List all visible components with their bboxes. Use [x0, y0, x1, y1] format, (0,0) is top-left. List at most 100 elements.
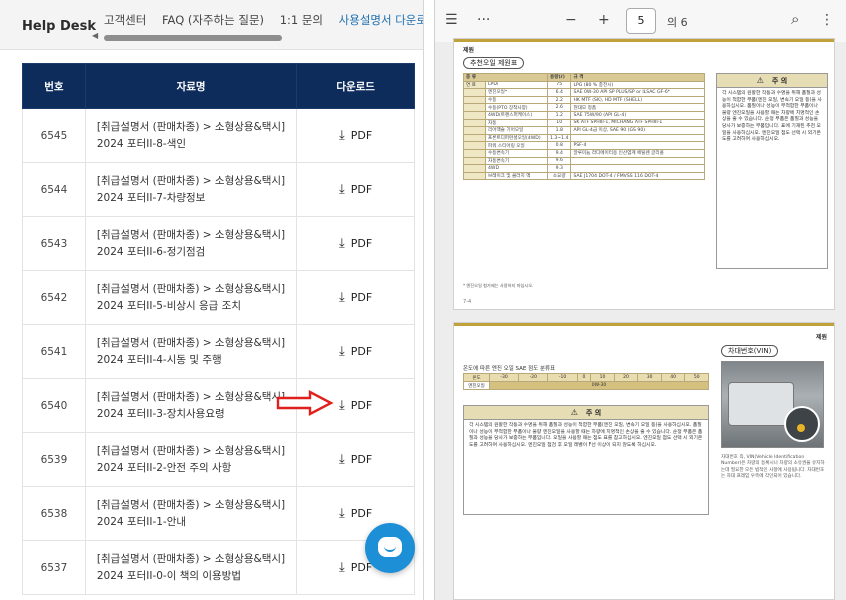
- horizontal-scrollbar[interactable]: ◀: [90, 31, 416, 45]
- fluids-row: 브레이크 및 클러치 액 소요량 SAE J1704 DOT-4 / FMVSS 1…: [463, 171, 705, 181]
- fluids-spec: [570, 156, 705, 166]
- fluids-capacity: 1.2: [546, 110, 572, 120]
- fluids-item: 4WD(트랜스퍼케이스): [485, 110, 548, 120]
- fluids-capacity: 10: [546, 118, 572, 128]
- download-icon: ⤓: [339, 452, 345, 467]
- row-category: [취급설명서 (판매차종) > 소형상용&택시]: [96, 120, 286, 133]
- pdf-label: PDF: [350, 237, 373, 250]
- pdf-label: PDF: [350, 345, 373, 358]
- viscosity-temp-cell: -10: [547, 373, 578, 382]
- row-title[interactable]: [취급설명서 (판매차종) > 소형상용&택시] 2024 포터II-1-안내: [84, 486, 298, 541]
- fluids-row: 리어액슬 기어오일 1.8 API GL-4급 이상, SAE 90 (GS 90): [463, 126, 705, 135]
- table-row: 6544 [취급설명서 (판매차종) > 소형상용&택시] 2024 포터II-7-…: [22, 162, 415, 217]
- viscosity-temp-cell: -30: [488, 373, 520, 382]
- viscosity-temp-cell: 0: [576, 373, 592, 382]
- fluids-group: [463, 103, 486, 112]
- row-title[interactable]: [취급설명서 (판매차종) > 소형상용&택시] 2024 포터II-6-정기점검: [84, 216, 298, 271]
- caution-text: 각 시스템의 원활한 작동과 수명을 위해 품질과 성능이 적합한 부품(엔진 …: [469, 423, 703, 448]
- fluids-group: [463, 164, 486, 173]
- row-title[interactable]: [취급설명서 (판매차종) > 소형상용&택시] 2024 포터II-7-차량정보: [84, 162, 298, 217]
- page-number-label: 7-4: [463, 299, 472, 305]
- row-document-name: 2024 포터II-0-이 책의 이용방법: [96, 569, 242, 582]
- viscosity-temp-cell: 20: [613, 373, 639, 382]
- fluids-group: [463, 118, 486, 128]
- table-row: 6545 [취급설명서 (판매차종) > 소형상용&택시] 2024 포터II-8-…: [22, 108, 415, 163]
- overflow-menu-icon[interactable]: ⋮: [820, 12, 834, 28]
- fluids-spec: [570, 133, 705, 143]
- fluids-row: 수동 2.2 HK MTF (SK), HD MTF (SHELL): [463, 95, 705, 105]
- fluids-spec: SAE J1704 DOT-4 / FMVSS 116 DOT-4: [570, 171, 705, 181]
- fluids-spec-table: 종 류 용량(ℓ) 규 격연 료 LPDi 75 LPG (80 % 충전시) 엔진오일* 6…: [463, 73, 705, 181]
- table-row: 6542 [취급설명서 (판매차종) > 소형상용&택시] 2024 포터II-5-…: [22, 270, 415, 325]
- fluids-spec: LPG (80 % 충전시): [570, 80, 705, 90]
- scrollbar-thumb[interactable]: [104, 35, 282, 41]
- download-icon: ⤓: [339, 506, 345, 521]
- pdf-viewer: ☰ ··· − + 5 의 6 ⌕ ⋮ 제원 추천오일 제원표 종 류 용량(ℓ)…: [434, 0, 846, 600]
- row-title[interactable]: [취급설명서 (판매차종) > 소형상용&택시] 2024 포터II-0-이 책의…: [84, 540, 298, 595]
- fluids-spec: PSF-4: [570, 141, 705, 150]
- row-title[interactable]: [취급설명서 (판매차종) > 소형상용&택시] 2024 포터II-4-시동 및…: [84, 324, 298, 379]
- row-category: [취급설명서 (판매차종) > 소형상용&택시]: [96, 498, 286, 511]
- nav-faq[interactable]: FAQ (자주하는 질문): [162, 13, 264, 27]
- caution-header: ⚠ 주 의: [717, 74, 827, 88]
- help-desk-logo[interactable]: Help Desk: [22, 19, 96, 34]
- fluids-row: 프론트디퍼런셜오일(4WD) 1.3~1.4: [463, 133, 705, 143]
- download-icon: ⤓: [339, 398, 345, 413]
- viscosity-oil-label: 엔진오일: [463, 381, 490, 390]
- more-options-icon[interactable]: ···: [477, 12, 490, 28]
- fluids-row: 자동 10 SK ATF SPHIII-1, MICHANG ATF SPHIII-…: [463, 118, 705, 128]
- fluids-capacity: 75: [546, 80, 572, 90]
- nav-inquiry[interactable]: 1:1 문의: [280, 13, 323, 27]
- download-icon: ⤓: [339, 236, 345, 251]
- row-number: 6537: [22, 540, 86, 595]
- row-title[interactable]: [취급설명서 (판매차종) > 소형상용&택시] 2024 포터II-8-색인: [84, 108, 298, 163]
- warning-icon: ⚠: [570, 408, 578, 417]
- caution-box: ⚠ 주 의 각 시스템의 원활한 작동과 수명을 위해 품질과 성능이 적합한 부…: [716, 73, 828, 269]
- header-download: 다운로드: [296, 63, 415, 109]
- table-row: 6540 [취급설명서 (판매차종) > 소형상용&택시] 2024 포터II-3-…: [22, 378, 415, 433]
- fluids-capacity: 9.6: [546, 156, 572, 166]
- row-document-name: 2024 포터II-8-색인: [96, 137, 187, 150]
- pdf-download-button[interactable]: ⤓ PDF: [296, 270, 415, 325]
- row-number: 6542: [22, 270, 86, 325]
- table-row: 6539 [취급설명서 (판매차종) > 소형상용&택시] 2024 포터II-2-…: [22, 432, 415, 487]
- pdf-page-2: 제원 온도에 따른 엔진 오일 SAE 점도 분류표 온도 -30 -20 -10 0…: [453, 322, 835, 600]
- zoom-out-icon[interactable]: −: [565, 12, 577, 28]
- fluids-header-type: 종 류: [463, 73, 548, 82]
- fluids-note: * 엔진오일 첨가제는 사용하지 마십시오.: [463, 283, 534, 288]
- row-number: 6544: [22, 162, 86, 217]
- search-icon[interactable]: ⌕: [791, 10, 799, 28]
- viscosity-temp-cell: 10: [590, 373, 615, 382]
- caution-title: 주 의: [585, 409, 602, 417]
- pdf-label: PDF: [350, 291, 373, 304]
- table-row: 6538 [취급설명서 (판매차종) > 소형상용&택시] 2024 포터II-1-…: [22, 486, 415, 541]
- viscosity-table: 온도 -30 -20 -10 0 10 20 30 40 50 엔진오일 0W-30: [463, 373, 709, 390]
- row-category: [취급설명서 (판매차종) > 소형상용&택시]: [96, 174, 286, 187]
- fluids-spec: SK ATF SPHIII-1, MICHANG ATF SPHIII-1: [570, 118, 705, 128]
- table-row: 6537 [취급설명서 (판매차종) > 소형상용&택시] 2024 포터II-0-…: [22, 540, 415, 595]
- row-title[interactable]: [취급설명서 (판매차종) > 소형상용&택시] 2024 포터II-2-안전 주…: [84, 432, 298, 487]
- contents-list-icon[interactable]: ☰: [445, 12, 458, 28]
- scroll-left-icon[interactable]: ◀: [92, 31, 98, 40]
- vin-marker: [797, 424, 805, 432]
- red-arrow-annotation: [276, 390, 334, 416]
- fluids-group: [463, 88, 486, 97]
- help-desk-panel: Help Desk 고객센터 FAQ (자주하는 질문) 1:1 문의 사용설명…: [0, 0, 424, 600]
- nav-manual-download[interactable]: 사용설명서 다운로드: [339, 13, 423, 27]
- pdf-download-button[interactable]: ⤓ PDF: [296, 108, 415, 163]
- page-header-stripe: [454, 39, 834, 42]
- fluids-capacity: 2.6: [546, 103, 572, 112]
- pdf-download-button[interactable]: ⤓ PDF: [296, 162, 415, 217]
- row-number: 6541: [22, 324, 86, 379]
- pdf-download-button[interactable]: ⤓ PDF: [296, 324, 415, 379]
- row-title[interactable]: [취급설명서 (판매차종) > 소형상용&택시] 2024 포터II-5-비상시 …: [84, 270, 298, 325]
- fluids-item: 엔진오일*: [485, 88, 548, 97]
- pdf-download-button[interactable]: ⤓ PDF: [296, 432, 415, 487]
- nav-links: 고객센터 FAQ (자주하는 질문) 1:1 문의 사용설명서 다운로드: [104, 12, 423, 28]
- row-title[interactable]: [취급설명서 (판매차종) > 소형상용&택시] 2024 포터II-3-장치사용…: [84, 378, 298, 433]
- chat-button[interactable]: [365, 523, 415, 573]
- pdf-download-button[interactable]: ⤓ PDF: [296, 216, 415, 271]
- nav-customer-center[interactable]: 고객센터: [104, 13, 146, 27]
- page-number-input[interactable]: 5: [626, 8, 656, 34]
- zoom-in-icon[interactable]: +: [598, 12, 610, 28]
